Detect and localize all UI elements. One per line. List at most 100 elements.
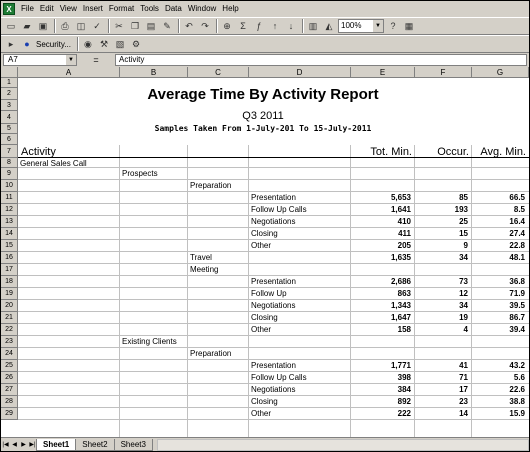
autosum-icon[interactable]: Σ bbox=[236, 19, 250, 33]
row-header-9[interactable]: 9 bbox=[1, 168, 18, 180]
cell-total-minutes: 1,647 bbox=[390, 313, 411, 322]
cut-icon[interactable]: ✂ bbox=[112, 19, 126, 33]
sheet-tab-3[interactable]: Sheet3 bbox=[113, 438, 153, 451]
formula-equals-icon[interactable]: = bbox=[77, 55, 115, 65]
chevron-down-icon[interactable]: ▼ bbox=[373, 20, 383, 32]
format-painter-icon[interactable]: ✎ bbox=[160, 19, 174, 33]
security-button[interactable]: Security... bbox=[36, 40, 71, 49]
excel-app-icon[interactable]: X bbox=[3, 3, 15, 15]
row-header-28[interactable]: 28 bbox=[1, 396, 18, 408]
sheet-tab-1[interactable]: Sheet1 bbox=[36, 438, 77, 451]
row-header-13[interactable]: 13 bbox=[1, 216, 18, 228]
script-editor-icon[interactable]: ⚙ bbox=[129, 37, 143, 51]
chart-wizard-icon[interactable]: ▥ bbox=[306, 19, 320, 33]
chevron-down-icon[interactable]: ▼ bbox=[66, 55, 76, 65]
column-header-g[interactable]: G bbox=[472, 67, 529, 78]
row-gridline bbox=[18, 299, 529, 300]
help-icon[interactable]: ? bbox=[386, 19, 400, 33]
row-header-3[interactable]: 3 bbox=[1, 100, 18, 111]
column-header-d[interactable]: D bbox=[249, 67, 351, 78]
sheet-tab-2[interactable]: Sheet2 bbox=[75, 438, 115, 451]
row-header-5[interactable]: 5 bbox=[1, 124, 18, 134]
cell-average-minutes: 36.8 bbox=[509, 277, 525, 286]
menu-format[interactable]: Format bbox=[106, 1, 137, 17]
menu-data[interactable]: Data bbox=[162, 1, 185, 17]
row-header-17[interactable]: 17 bbox=[1, 264, 18, 276]
function-icon[interactable]: ƒ bbox=[252, 19, 266, 33]
cell-occurrences: 85 bbox=[459, 193, 468, 202]
row-header-1[interactable]: 1 bbox=[1, 78, 18, 88]
cell-occurrences: 9 bbox=[463, 241, 468, 250]
row-header-4[interactable]: 4 bbox=[1, 111, 18, 124]
new-icon[interactable]: ▭ bbox=[4, 19, 18, 33]
row-header-18[interactable]: 18 bbox=[1, 276, 18, 288]
menu-insert[interactable]: Insert bbox=[80, 1, 106, 17]
sort-descending-icon[interactable]: ↓ bbox=[284, 19, 298, 33]
column-header-e[interactable]: E bbox=[351, 67, 415, 78]
column-header-f[interactable]: F bbox=[415, 67, 472, 78]
row-header-15[interactable]: 15 bbox=[1, 240, 18, 252]
cell-occurrences: 12 bbox=[459, 289, 468, 298]
row-header-12[interactable]: 12 bbox=[1, 204, 18, 216]
column-header-c[interactable]: C bbox=[188, 67, 249, 78]
drawing-icon[interactable]: ◭ bbox=[322, 19, 336, 33]
save-icon[interactable]: ▣ bbox=[36, 19, 50, 33]
menu-help[interactable]: Help bbox=[219, 1, 241, 17]
next-sheet-icon[interactable]: ▶ bbox=[19, 440, 28, 450]
menu-file[interactable]: File bbox=[18, 1, 37, 17]
row-gridline bbox=[18, 419, 529, 420]
row-header-11[interactable]: 11 bbox=[1, 192, 18, 204]
print-icon[interactable]: ⎙ bbox=[58, 19, 72, 33]
undo-icon[interactable]: ↶ bbox=[182, 19, 196, 33]
row-header-25[interactable]: 25 bbox=[1, 360, 18, 372]
zoom-select[interactable]: 100% ▼ bbox=[338, 19, 384, 33]
prev-sheet-icon[interactable]: ◀ bbox=[10, 440, 19, 450]
row-gridline bbox=[18, 227, 529, 228]
menu-edit[interactable]: Edit bbox=[37, 1, 57, 17]
name-box[interactable]: A7 ▼ bbox=[3, 54, 77, 66]
row-header-7[interactable]: 7 bbox=[1, 145, 18, 158]
horizontal-scrollbar[interactable] bbox=[156, 438, 529, 451]
cell-total-minutes: 398 bbox=[397, 373, 411, 382]
column-header-b[interactable]: B bbox=[120, 67, 188, 78]
spreadsheet-grid[interactable]: A B C D E F G 1 2 3 4 5 6 7 8 9 10 11 12 13 14 15 16 17 18 19 20 21… bbox=[1, 67, 529, 437]
select-all-corner[interactable] bbox=[1, 67, 18, 78]
addin-icon[interactable]: ▦ bbox=[402, 19, 416, 33]
hyperlink-icon[interactable]: ⊕ bbox=[220, 19, 234, 33]
row-header-16[interactable]: 16 bbox=[1, 252, 18, 264]
cell-total-minutes: 2,686 bbox=[390, 277, 411, 286]
open-icon[interactable]: ▰ bbox=[20, 19, 34, 33]
sort-ascending-icon[interactable]: ↑ bbox=[268, 19, 282, 33]
row-header-6[interactable]: 6 bbox=[1, 134, 18, 145]
print-preview-icon[interactable]: ◫ bbox=[74, 19, 88, 33]
row-header-2[interactable]: 2 bbox=[1, 88, 18, 100]
copy-icon[interactable]: ❐ bbox=[128, 19, 142, 33]
row-header-24[interactable]: 24 bbox=[1, 348, 18, 360]
menu-tools[interactable]: Tools bbox=[137, 1, 162, 17]
row-header-14[interactable]: 14 bbox=[1, 228, 18, 240]
record-macro-icon[interactable]: ◉ bbox=[81, 37, 95, 51]
toolbar-expand-icon[interactable]: ▸ bbox=[4, 37, 18, 51]
menu-view[interactable]: View bbox=[57, 1, 80, 17]
menu-window[interactable]: Window bbox=[185, 1, 219, 17]
row-header-29[interactable]: 29 bbox=[1, 408, 18, 420]
row-header-10[interactable]: 10 bbox=[1, 180, 18, 192]
row-header-27[interactable]: 27 bbox=[1, 384, 18, 396]
controls-icon[interactable]: ▧ bbox=[113, 37, 127, 51]
row-header-20[interactable]: 20 bbox=[1, 300, 18, 312]
row-header-22[interactable]: 22 bbox=[1, 324, 18, 336]
paste-icon[interactable]: ▤ bbox=[144, 19, 158, 33]
spelling-icon[interactable]: ✓ bbox=[90, 19, 104, 33]
formula-input[interactable]: Activity bbox=[115, 54, 527, 66]
row-header-23[interactable]: 23 bbox=[1, 336, 18, 348]
row-header-21[interactable]: 21 bbox=[1, 312, 18, 324]
row-header-19[interactable]: 19 bbox=[1, 288, 18, 300]
cell-average-minutes: 39.5 bbox=[509, 301, 525, 310]
column-header-a[interactable]: A bbox=[18, 67, 120, 78]
tools-icon[interactable]: ⚒ bbox=[97, 37, 111, 51]
row-header-26[interactable]: 26 bbox=[1, 372, 18, 384]
first-sheet-icon[interactable]: |◀ bbox=[1, 440, 10, 450]
row-header-8[interactable]: 8 bbox=[1, 158, 18, 168]
redo-icon[interactable]: ↷ bbox=[198, 19, 212, 33]
cell-label: Presentation bbox=[251, 277, 296, 286]
